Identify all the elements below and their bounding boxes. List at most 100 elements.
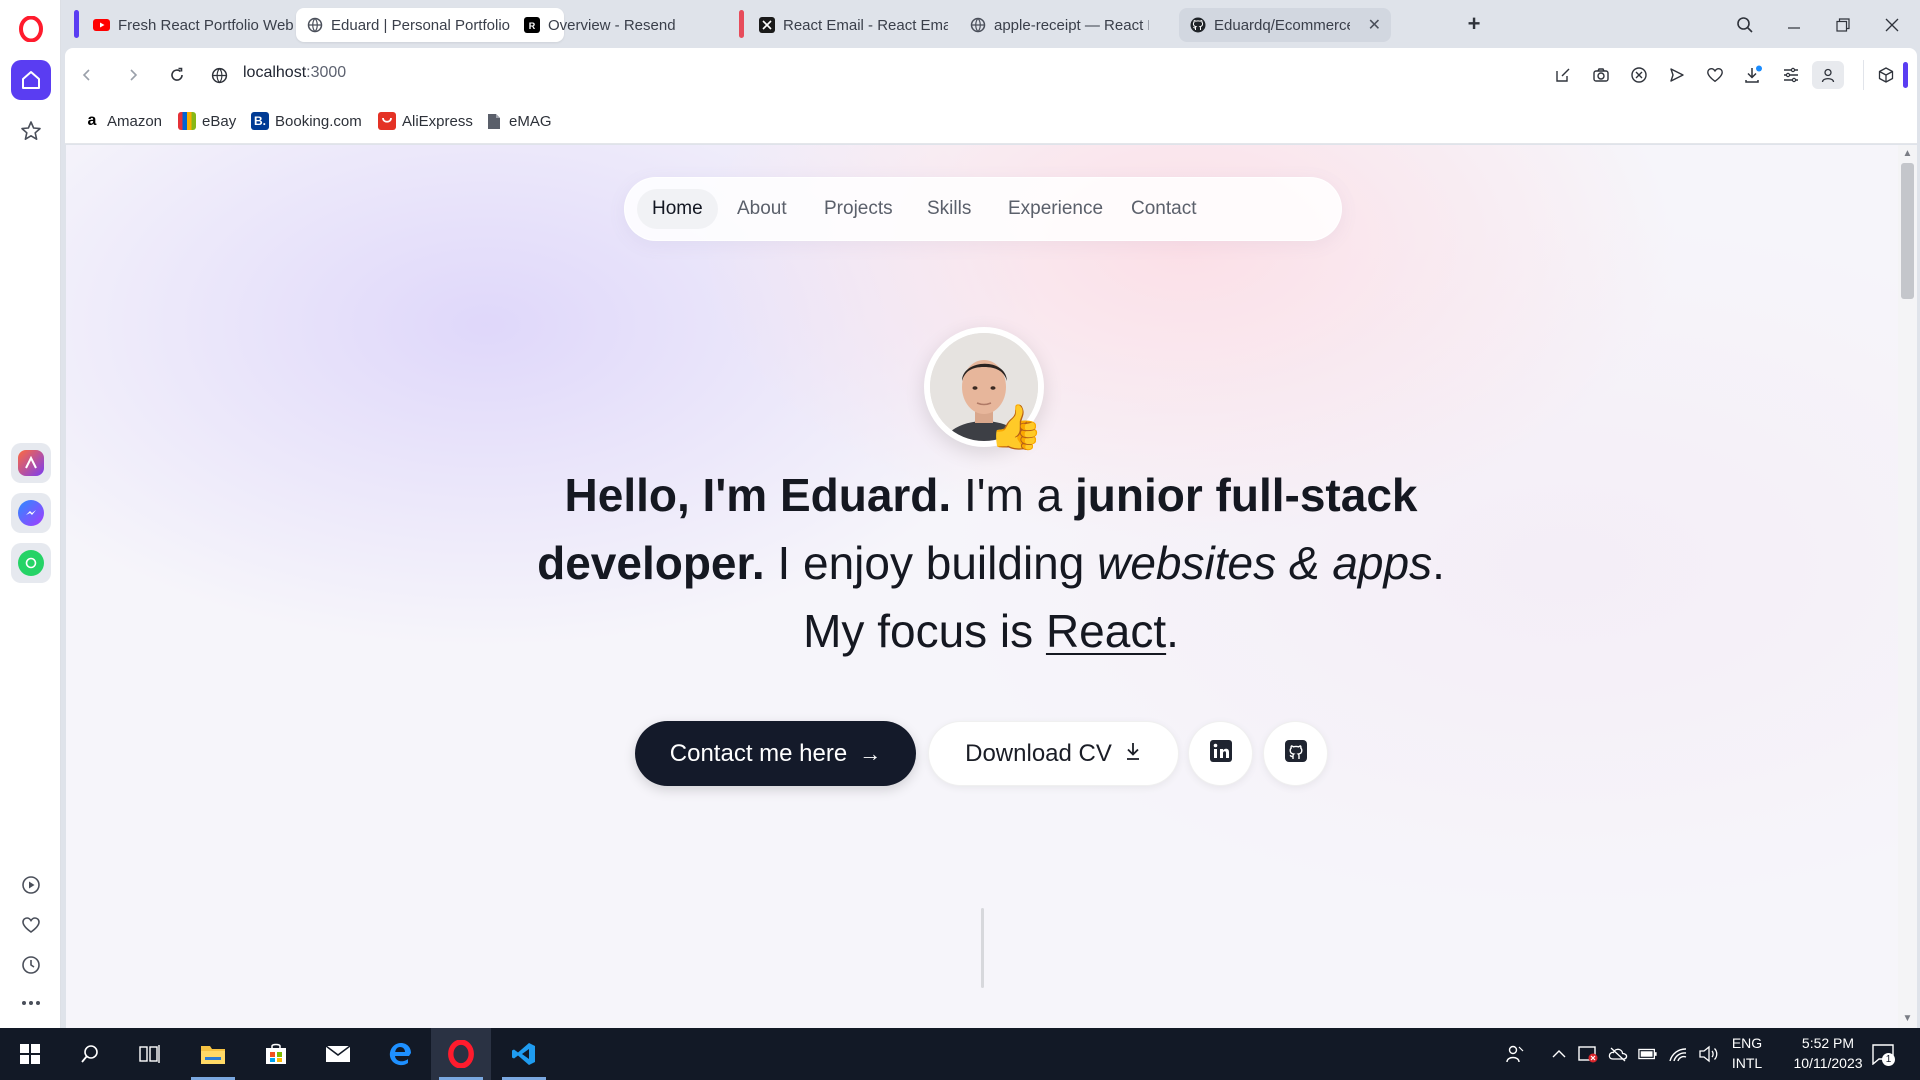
minimize-icon[interactable] (1774, 8, 1814, 42)
address-input[interactable]: localhost:3000 (243, 64, 346, 82)
reload-icon[interactable] (163, 61, 191, 89)
download-icon (1124, 740, 1142, 768)
home-icon[interactable] (11, 60, 51, 100)
opera-icon[interactable] (431, 1028, 491, 1080)
bookmark-label: eBay (202, 112, 237, 130)
mail-icon[interactable] (308, 1028, 368, 1080)
scroll-thumb[interactable] (1901, 163, 1914, 299)
whatsapp-icon[interactable] (11, 543, 51, 583)
more-icon[interactable] (11, 983, 51, 1023)
site-info-globe-icon[interactable] (205, 61, 233, 89)
cloud-offline-icon[interactable] (1608, 1044, 1628, 1064)
linkedin-button[interactable] (1188, 721, 1253, 786)
extensions-cube-icon[interactable] (1872, 61, 1900, 89)
notification-count: 1 (1882, 1053, 1895, 1066)
easy-setup-icon[interactable] (1777, 61, 1805, 89)
volume-icon[interactable] (1698, 1044, 1718, 1064)
nav-skills[interactable]: Skills (912, 189, 986, 229)
camera-icon[interactable] (1587, 61, 1615, 89)
hero-role-end: developer. (537, 537, 765, 589)
battery-icon[interactable] (1638, 1044, 1658, 1064)
booking-icon: B. (251, 112, 269, 130)
history-icon[interactable] (11, 945, 51, 985)
bookmark-label: Booking.com (275, 112, 362, 130)
globe-icon (969, 17, 986, 34)
heart-icon[interactable] (1701, 61, 1729, 89)
sidebar-toggle-indicator[interactable] (1903, 62, 1908, 88)
bookmark-aliexpress[interactable]: AliExpress (378, 112, 473, 130)
back-icon[interactable] (73, 61, 101, 89)
bookmark-label: AliExpress (402, 112, 473, 130)
tab-close-icon[interactable]: ✕ (1368, 15, 1381, 35)
amazon-icon: a (83, 112, 101, 130)
github-icon (1284, 739, 1308, 768)
contact-me-button[interactable]: Contact me here → (635, 721, 916, 786)
scroll-up-icon[interactable]: ▲ (1902, 148, 1913, 159)
file-explorer-icon[interactable] (183, 1028, 243, 1080)
microsoft-store-icon[interactable] (246, 1028, 306, 1080)
opera-logo-icon[interactable] (16, 14, 46, 44)
profile-icon[interactable] (1812, 61, 1844, 89)
search-tabs-icon[interactable] (1725, 8, 1765, 42)
tab-resend[interactable]: R Overview - Resend (513, 8, 743, 42)
hero-dot: . (1432, 537, 1445, 589)
tab-github[interactable]: Eduardq/Ecommerce ✕ (1179, 8, 1391, 42)
hero-line-2: developer. I enjoy building websites & a… (366, 529, 1616, 597)
people-icon[interactable] (1505, 1044, 1525, 1064)
hero-dot: . (1166, 605, 1179, 657)
bookmark-emag[interactable]: eMAG (485, 112, 552, 130)
hero-role: junior full-stack (1075, 469, 1418, 521)
close-window-icon[interactable] (1872, 8, 1912, 42)
task-view-icon[interactable] (120, 1028, 180, 1080)
star-icon[interactable] (11, 111, 51, 151)
edge-icon[interactable] (370, 1028, 430, 1080)
input-language[interactable]: ENG INTL (1726, 1033, 1768, 1073)
adblock-shield-icon[interactable] (1625, 61, 1653, 89)
snapshot-edit-icon[interactable] (1549, 61, 1577, 89)
github-button[interactable] (1263, 721, 1328, 786)
notification-center-icon[interactable]: 1 (1870, 1042, 1896, 1066)
bookmark-booking[interactable]: B. Booking.com (251, 112, 362, 130)
bookmark-ebay[interactable]: eBay (178, 112, 236, 130)
aria-app-icon[interactable] (11, 443, 51, 483)
document-icon (485, 112, 503, 130)
hero-line-1: Hello, I'm Eduard. I'm a junior full-sta… (366, 461, 1616, 529)
nav-home[interactable]: Home (637, 189, 718, 229)
download-cv-button[interactable]: Download CV (928, 721, 1179, 786)
chevron-up-icon[interactable] (1549, 1044, 1569, 1064)
scroll-down-icon[interactable]: ▼ (1902, 1013, 1913, 1024)
windows-start-icon[interactable] (0, 1028, 60, 1080)
bookmark-label: eMAG (509, 112, 552, 130)
tab-group-indicator (739, 10, 744, 38)
toolbar-divider (1863, 60, 1864, 90)
messenger-icon[interactable] (11, 493, 51, 533)
new-tab-button[interactable]: + (1462, 11, 1486, 36)
nav-about[interactable]: About (722, 189, 802, 229)
heart-icon[interactable] (11, 905, 51, 945)
clock[interactable]: 5:52 PM 10/11/2023 (1780, 1033, 1876, 1073)
downloads-icon[interactable] (1739, 61, 1767, 89)
tab-group-indicator (74, 10, 79, 38)
hero-intro: Hello, I'm Eduard. I'm a junior full-sta… (366, 461, 1616, 665)
page-scrollbar[interactable]: ▲ ▼ (1898, 145, 1917, 1028)
tab-title: Overview - Resend (548, 16, 676, 34)
section-divider (981, 908, 984, 988)
search-icon[interactable] (60, 1028, 120, 1080)
bookmark-amazon[interactable]: a Amazon (83, 112, 162, 130)
vscode-icon[interactable] (494, 1028, 554, 1080)
tab-title: apple-receipt — React Em (994, 16, 1149, 34)
nav-experience[interactable]: Experience (993, 189, 1118, 229)
tab-strip: Fresh React Portfolio Web Eduard | Perso… (61, 0, 1920, 48)
hero-tech: React (1045, 605, 1167, 657)
player-icon[interactable] (11, 865, 51, 905)
tab-apple-receipt[interactable]: apple-receipt — React Em (959, 8, 1159, 42)
tab-react-email[interactable]: React Email - React Email (748, 8, 958, 42)
linkedin-icon (1209, 739, 1233, 768)
nav-projects[interactable]: Projects (809, 189, 908, 229)
wifi-icon[interactable] (1668, 1044, 1688, 1064)
security-alert-icon[interactable] (1578, 1044, 1598, 1064)
forward-icon[interactable] (119, 61, 147, 89)
send-icon[interactable] (1663, 61, 1691, 89)
restore-icon[interactable] (1823, 8, 1863, 42)
nav-contact[interactable]: Contact (1116, 189, 1211, 229)
